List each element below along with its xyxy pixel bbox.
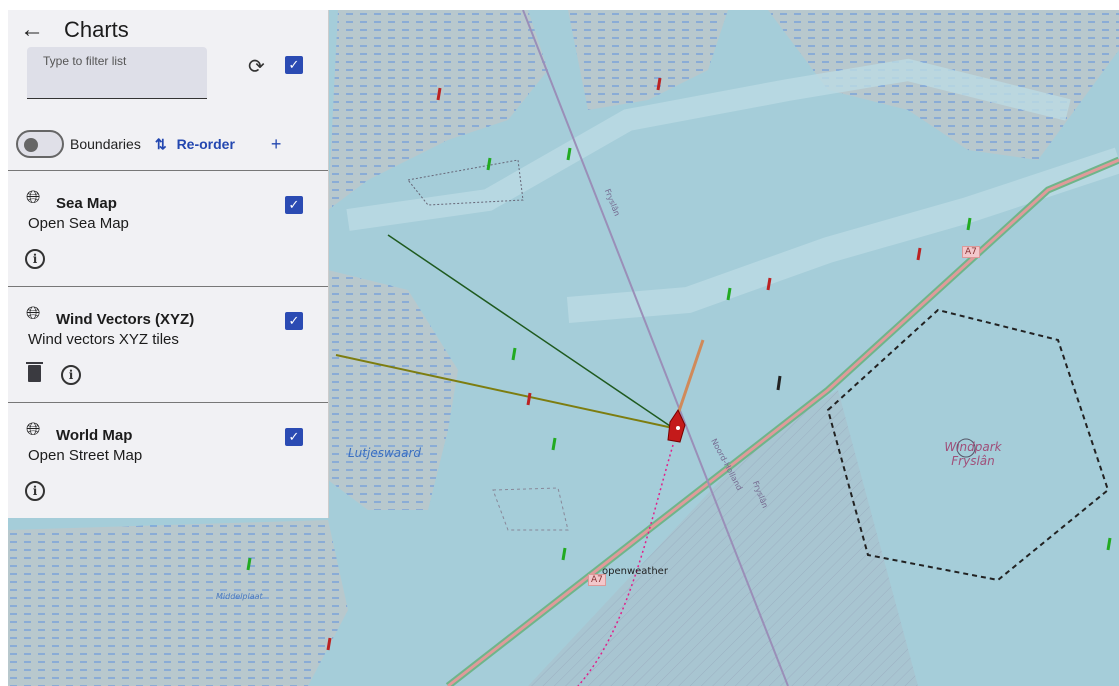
road-shield-a7: A7 <box>588 574 606 586</box>
chart-name: World Map <box>56 427 133 444</box>
map-label-windpark: Windpark Fryslân <box>944 440 1002 468</box>
chart-item-wind-vectors[interactable]: 🌐︎ Wind Vectors (XYZ) Wind vectors XYZ t… <box>8 286 328 403</box>
chart-item-world-map[interactable]: 🌐︎ World Map Open Street Map ✓ i <box>8 402 328 519</box>
chart-checkbox[interactable]: ✓ <box>285 312 303 330</box>
refresh-icon[interactable]: ⟳ <box>248 54 265 79</box>
reorder-button[interactable]: ⇅ Re-order <box>155 136 235 153</box>
road-shield-a7: A7 <box>962 246 980 258</box>
back-arrow-icon[interactable]: ← <box>20 16 50 44</box>
chart-description: Open Sea Map <box>28 215 129 232</box>
page-title: Charts <box>64 17 129 42</box>
chart-name: Wind Vectors (XYZ) <box>56 311 195 328</box>
add-chart-button[interactable]: + <box>271 134 282 155</box>
land-area <box>328 270 458 510</box>
globe-icon: 🌐︎ <box>26 303 41 323</box>
boundaries-toggle[interactable] <box>16 130 64 158</box>
globe-icon: 🌐︎ <box>26 419 41 439</box>
chart-description: Wind vectors XYZ tiles <box>28 331 179 348</box>
reorder-label: Re-order <box>176 135 235 152</box>
map-label-openweather[interactable]: openweather <box>602 566 668 577</box>
chart-name: Sea Map <box>56 195 117 212</box>
land-area <box>8 520 348 686</box>
chart-description: Open Street Map <box>28 447 143 464</box>
globe-icon: 🌐︎ <box>26 187 41 207</box>
map-label-middelplaat: Middelplaat <box>216 592 263 601</box>
boundaries-label: Boundaries <box>70 136 141 152</box>
chart-checkbox[interactable]: ✓ <box>285 196 303 214</box>
select-all-checkbox[interactable]: ✓ <box>285 56 303 74</box>
charts-panel: ← Charts Type to filter list ⟳ ✓ Boundar… <box>8 10 329 518</box>
filter-input[interactable]: Type to filter list <box>27 47 207 99</box>
delete-icon[interactable] <box>26 362 43 382</box>
restricted-area <box>528 390 918 686</box>
map-label-lutjeswaard: Lutjeswaard <box>348 446 422 460</box>
info-icon[interactable]: i <box>25 249 45 269</box>
chart-checkbox[interactable]: ✓ <box>285 428 303 446</box>
filter-placeholder: Type to filter list <box>43 54 127 68</box>
reorder-icon: ⇅ <box>154 135 167 152</box>
chart-item-sea-map[interactable]: 🌐︎ Sea Map Open Sea Map ✓ i <box>8 170 328 287</box>
info-icon[interactable]: i <box>61 365 81 385</box>
info-icon[interactable]: i <box>25 481 45 501</box>
